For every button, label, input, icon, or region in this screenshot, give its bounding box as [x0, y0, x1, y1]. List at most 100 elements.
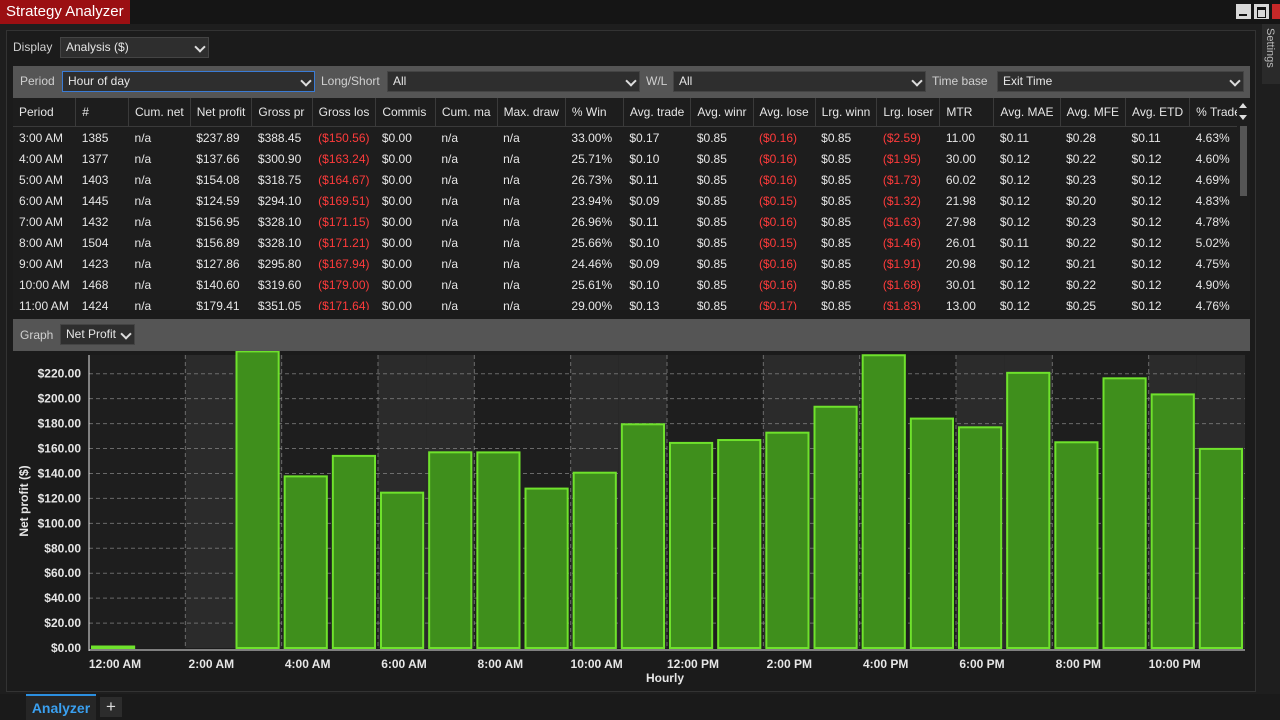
table-cell: ($0.15) — [759, 193, 798, 208]
column-header[interactable]: Avg. trade — [623, 98, 692, 127]
column-header[interactable]: Net profit — [190, 98, 253, 127]
table-row[interactable]: 9:00 AM 1423 n/a $127.86 $295.80 ($167.94) $0.… — [13, 253, 1250, 274]
table-cell: ($0.16) — [759, 151, 798, 166]
bottom-tab-bar: Analyzer + — [0, 694, 1280, 720]
table-row[interactable]: 8:00 AM 1504 n/a $156.89 $328.10 ($171.21) $0.… — [13, 232, 1250, 253]
column-header[interactable]: Commis — [375, 98, 436, 127]
minimize-icon[interactable] — [1236, 4, 1251, 19]
scrollbar-thumb[interactable] — [1240, 126, 1247, 196]
table-cell: 27.98 — [945, 214, 976, 229]
table-cell: n/a — [134, 256, 152, 271]
table-row[interactable]: 4:00 AM 1377 n/a $137.66 $300.90 ($163.24) $0.… — [13, 148, 1250, 169]
column-header[interactable]: Lrg. winn — [815, 98, 878, 127]
table-cell: $0.85 — [821, 193, 852, 208]
table-cell: n/a — [441, 130, 459, 145]
table-cell: 1377 — [81, 151, 109, 166]
table-cell: n/a — [441, 172, 459, 187]
table-cell: 13.00 — [945, 298, 976, 311]
bar — [717, 439, 762, 650]
column-header[interactable]: Max. draw — [497, 98, 566, 127]
table-cell: $127.86 — [196, 256, 240, 271]
bar — [813, 405, 858, 649]
bar — [861, 354, 906, 650]
longshort-select[interactable]: All — [387, 71, 640, 92]
table-cell: $0.00 — [381, 172, 412, 187]
y-tick-label: $0.00 — [51, 641, 81, 655]
wl-label: W/L — [646, 74, 668, 88]
table-cell: $0.13 — [629, 298, 660, 311]
table-row[interactable]: 3:00 AM 1385 n/a $237.89 $388.45 ($150.56) $0.… — [13, 127, 1250, 149]
table-cell: $0.85 — [696, 151, 727, 166]
add-tab-button[interactable]: + — [100, 697, 122, 717]
column-header[interactable]: Avg. MFE — [1060, 98, 1127, 127]
table-scrollbar[interactable] — [1237, 98, 1250, 310]
period-select[interactable]: Hour of day — [62, 71, 315, 92]
table-cell: 7:00 AM — [19, 214, 64, 229]
table-cell: ($171.15) — [318, 214, 370, 229]
table-cell: 26.01 — [945, 235, 976, 250]
table-row[interactable]: 5:00 AM 1403 n/a $154.08 $318.75 ($164.67) $0.… — [13, 169, 1250, 190]
table-row[interactable]: 7:00 AM 1432 n/a $156.95 $328.10 ($171.15) $0.… — [13, 211, 1250, 232]
table-cell: n/a — [134, 298, 152, 311]
chevron-down-icon — [625, 75, 637, 87]
column-header[interactable]: Avg. MAE — [993, 98, 1061, 127]
column-header[interactable]: Avg. ETD — [1125, 98, 1191, 127]
y-tick-label: $160.00 — [38, 442, 82, 456]
column-header[interactable]: Period — [13, 98, 77, 127]
timebase-select[interactable]: Exit Time — [997, 71, 1244, 92]
table-cell: n/a — [503, 298, 520, 311]
table-row[interactable]: 10:00 AM 1468 n/a $140.60 $319.60 ($179.00) $0… — [13, 274, 1250, 295]
table-cell: ($167.94) — [318, 256, 370, 271]
table-cell: $0.12 — [999, 256, 1030, 271]
scroll-up-icon[interactable] — [1239, 103, 1247, 108]
graph-select[interactable]: Net Profit — [60, 324, 135, 345]
table-cell: $0.85 — [821, 172, 852, 187]
column-header[interactable]: % Win — [565, 98, 624, 127]
table-cell: ($0.16) — [759, 214, 798, 229]
column-header[interactable]: Lrg. loser — [876, 98, 941, 127]
window-title: Strategy Analyzer — [0, 0, 130, 24]
y-tick-label: $200.00 — [38, 392, 82, 406]
settings-side-tab[interactable]: Settings — [1262, 24, 1280, 84]
table-row[interactable]: 11:00 AM 1424 n/a $179.41 $351.05 ($171.64) $0… — [13, 295, 1250, 311]
table-cell: 1445 — [81, 193, 109, 208]
table-cell: $300.90 — [257, 151, 302, 166]
tab-analyzer[interactable]: Analyzer — [26, 694, 96, 720]
bar — [1102, 377, 1147, 650]
table-cell: 26.73% — [571, 172, 613, 187]
table-cell: $0.12 — [999, 172, 1030, 187]
close-icon[interactable] — [1272, 4, 1280, 19]
column-header[interactable]: Avg. lose — [753, 98, 816, 127]
chevron-down-icon — [1229, 75, 1241, 87]
y-tick-label: $60.00 — [44, 566, 81, 580]
column-header[interactable]: MTR — [939, 98, 995, 127]
x-tick-label: 12:00 PM — [667, 657, 719, 671]
performance-table: Period # Cum. net Net profit Gross pr Gross l… — [13, 98, 1250, 310]
maximize-icon[interactable] — [1254, 4, 1269, 19]
table-cell: $0.11 — [999, 235, 1030, 250]
wl-select[interactable]: All — [673, 71, 926, 92]
table-cell: $0.12 — [1131, 256, 1162, 271]
table-cell: 1385 — [81, 130, 109, 145]
table-cell: n/a — [441, 193, 459, 208]
table-cell: $0.85 — [696, 172, 727, 187]
column-header[interactable]: Gross los — [312, 98, 377, 127]
table-cell: $0.85 — [821, 277, 852, 292]
table-cell: n/a — [503, 193, 520, 208]
display-select[interactable]: Analysis ($) — [60, 37, 209, 58]
bar — [283, 475, 328, 650]
column-header[interactable]: Cum. ma — [435, 98, 498, 127]
column-header[interactable]: # — [75, 98, 130, 127]
table-cell: $0.85 — [696, 277, 727, 292]
table-cell: n/a — [134, 151, 152, 166]
scroll-down-icon[interactable] — [1239, 115, 1247, 120]
table-cell: 4:00 AM — [19, 151, 64, 166]
column-header[interactable]: Cum. net — [128, 98, 191, 127]
table-row[interactable]: 6:00 AM 1445 n/a $124.59 $294.10 ($169.51) $0.… — [13, 190, 1250, 211]
table-cell: $0.12 — [1131, 193, 1162, 208]
bar — [572, 471, 617, 649]
column-header[interactable]: Gross pr — [251, 98, 313, 127]
table-cell: $318.75 — [257, 172, 302, 187]
chevron-down-icon — [194, 41, 206, 53]
column-header[interactable]: Avg. winr — [690, 98, 754, 127]
